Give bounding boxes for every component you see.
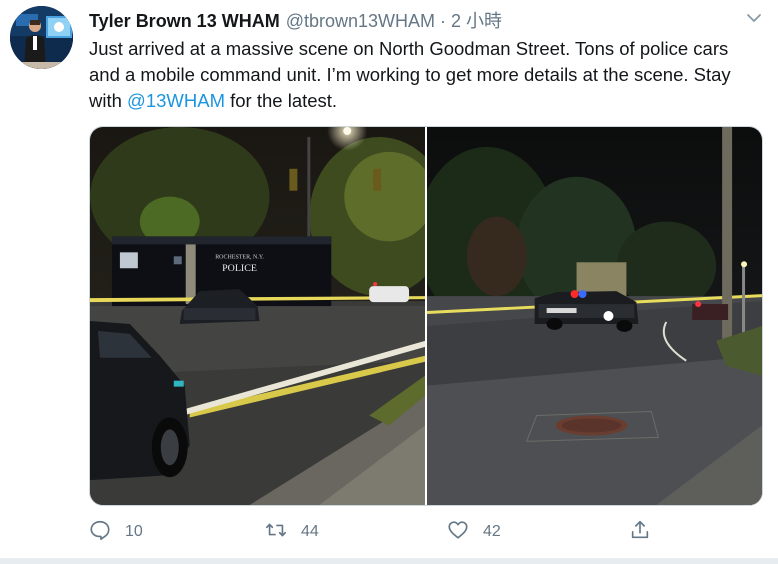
avatar[interactable] — [10, 6, 73, 69]
retweet-icon — [265, 519, 287, 546]
reply-button[interactable]: 10 — [89, 517, 143, 547]
reply-icon — [89, 519, 111, 546]
like-count: 42 — [483, 523, 501, 540]
media-grid: ROCHESTER, N.Y. POLICE — [89, 126, 763, 506]
like-button[interactable]: 42 — [447, 517, 501, 547]
tweet-card: Tyler Brown 13 WHAM @tbrown13WHAM · 2 小時… — [0, 0, 778, 564]
author-handle[interactable]: @tbrown13WHAM — [286, 11, 435, 32]
share-button[interactable] — [629, 517, 651, 547]
header-separator: · — [440, 11, 446, 31]
photo-police-car-street[interactable] — [427, 127, 762, 505]
tweet-text: Just arrived at a massive scene on North… — [89, 36, 749, 114]
retweet-button[interactable]: 44 — [265, 517, 319, 547]
tweet-actions: 10 44 42 — [89, 517, 669, 547]
photo-police-command-unit[interactable]: ROCHESTER, N.Y. POLICE — [90, 127, 425, 505]
divider — [0, 558, 778, 564]
chevron-down-icon[interactable] — [744, 8, 764, 28]
reply-count: 10 — [125, 523, 143, 540]
sign-city-text: ROCHESTER, N.Y. — [215, 254, 264, 260]
sign-police-text: POLICE — [222, 263, 257, 274]
retweet-count: 44 — [301, 523, 319, 540]
tweet-timestamp[interactable]: 2 小時 — [451, 7, 502, 33]
heart-icon — [447, 519, 469, 546]
share-icon — [629, 519, 651, 546]
tweet-text-end: for the latest. — [224, 90, 338, 111]
author-name[interactable]: Tyler Brown 13 WHAM — [89, 11, 280, 32]
tweet-header: Tyler Brown 13 WHAM @tbrown13WHAM · 2 小時 — [89, 7, 758, 31]
mention-link[interactable]: @13WHAM — [127, 90, 225, 111]
